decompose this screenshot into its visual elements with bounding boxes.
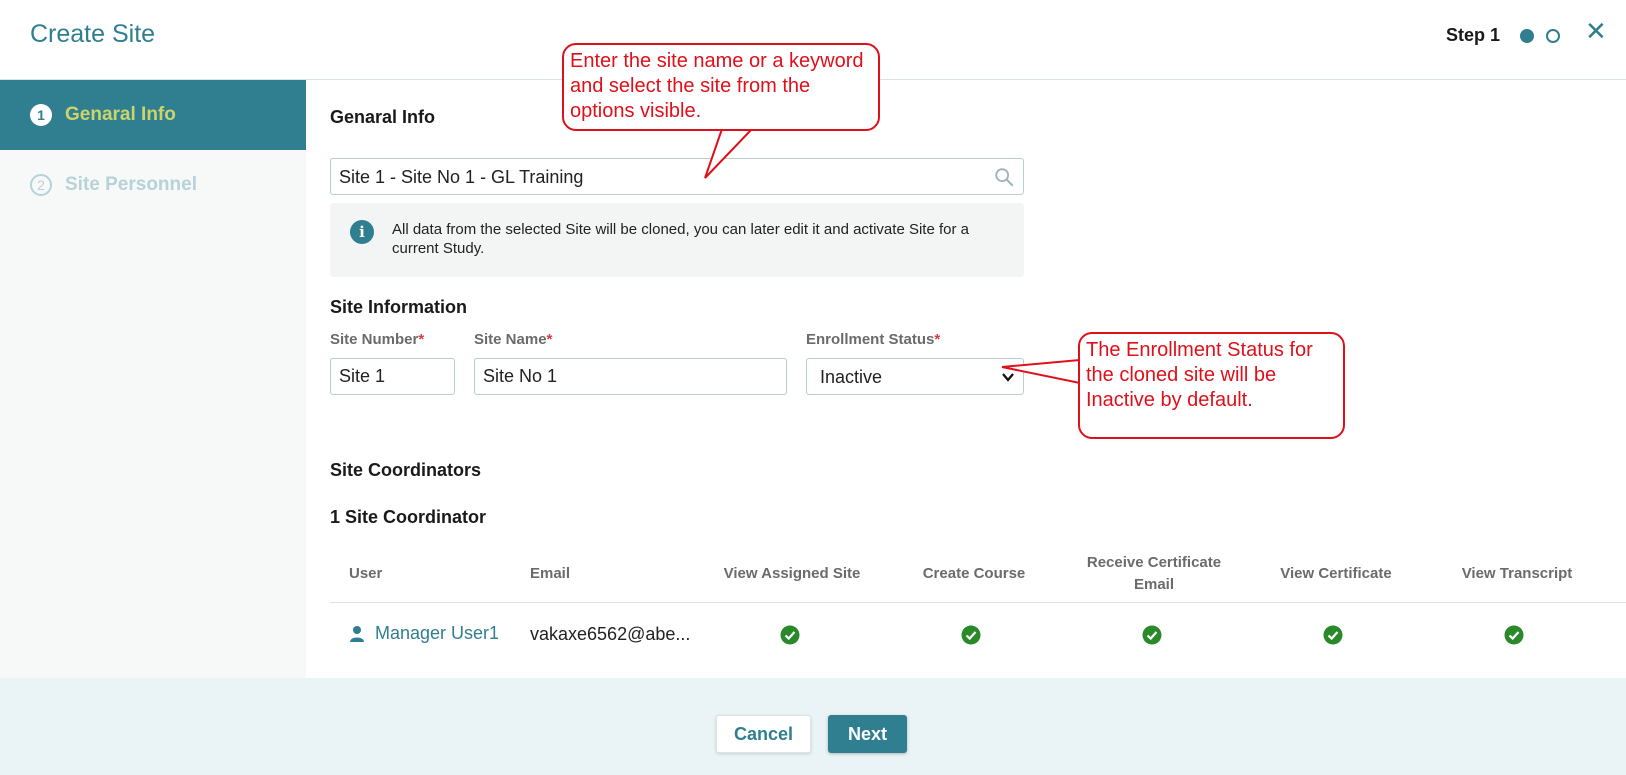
step-2-dot <box>1546 29 1560 43</box>
clone-info-box: i All data from the selected Site will b… <box>330 203 1024 277</box>
coordinator-count-heading: 1 Site Coordinator <box>330 507 487 527</box>
step-number-badge: 2 <box>30 174 52 196</box>
search-icon[interactable] <box>993 166 1015 188</box>
site-name-label: Site Name* <box>474 331 553 348</box>
site-number-input[interactable] <box>330 358 455 395</box>
chevron-down-icon <box>1002 373 1014 382</box>
site-coordinators-heading: Site Coordinators <box>330 460 482 480</box>
sidebar-item-label: Genaral Info <box>65 104 176 125</box>
column-header-view-assigned-site: View Assigned Site <box>723 565 861 582</box>
column-header-create-course: Create Course <box>922 565 1026 582</box>
user-icon <box>350 625 364 642</box>
column-header-receive-certificate-email: Receive Certificate Email <box>1086 554 1222 593</box>
enrollment-callout-annotation: The Enrollment Status for the cloned sit… <box>1078 332 1345 439</box>
table-divider <box>330 602 1626 603</box>
step-1-dot <box>1520 29 1534 43</box>
column-header-view-transcript: View Transcript <box>1461 565 1573 582</box>
site-search-field[interactable] <box>330 158 1024 195</box>
cancel-button[interactable]: Cancel <box>716 715 811 753</box>
view-transcript-check-icon <box>1504 625 1524 645</box>
receive-certificate-email-check-icon <box>1142 625 1162 645</box>
enrollment-status-label: Enrollment Status* <box>806 331 941 348</box>
coordinator-user-link[interactable]: Manager User1 <box>349 623 499 644</box>
step-number-badge: 1 <box>30 104 52 126</box>
view-assigned-site-check-icon <box>780 625 800 645</box>
coordinator-user-name: Manager User1 <box>375 623 500 643</box>
dialog-footer <box>0 678 1626 775</box>
general-info-heading: Genaral Info <box>330 107 436 127</box>
site-name-input[interactable] <box>474 358 787 395</box>
sidebar-item-label: Site Personnel <box>65 174 197 195</box>
view-certificate-check-icon <box>1323 625 1343 645</box>
enrollment-status-value: Inactive <box>820 367 883 387</box>
enrollment-status-select[interactable]: Inactive <box>806 358 1024 395</box>
close-icon[interactable]: ✕ <box>1585 18 1607 44</box>
site-number-label: Site Number* <box>330 331 425 348</box>
sidebar-item-general-info[interactable]: 1 Genaral Info <box>0 80 306 150</box>
create-course-check-icon <box>961 625 981 645</box>
search-callout-annotation: Enter the site name or a keyword and sel… <box>562 43 880 131</box>
column-header-view-certificate: View Certificate <box>1280 565 1392 582</box>
info-icon: i <box>350 220 374 244</box>
sidebar-item-site-personnel[interactable]: 2 Site Personnel <box>0 150 306 220</box>
wizard-sidebar: 1 Genaral Info 2 Site Personnel <box>0 80 306 678</box>
next-button[interactable]: Next <box>828 715 907 753</box>
step-indicator-label: Step 1 <box>1446 25 1501 45</box>
dialog-title: Create Site <box>30 20 156 48</box>
column-header-user: User <box>349 565 383 582</box>
site-information-heading: Site Information <box>330 297 468 317</box>
site-search-input[interactable] <box>339 165 979 189</box>
column-header-email: Email <box>530 565 571 582</box>
coordinator-email: vakaxe6562@abe... <box>530 624 691 644</box>
clone-info-text: All data from the selected Site will be … <box>392 221 969 257</box>
